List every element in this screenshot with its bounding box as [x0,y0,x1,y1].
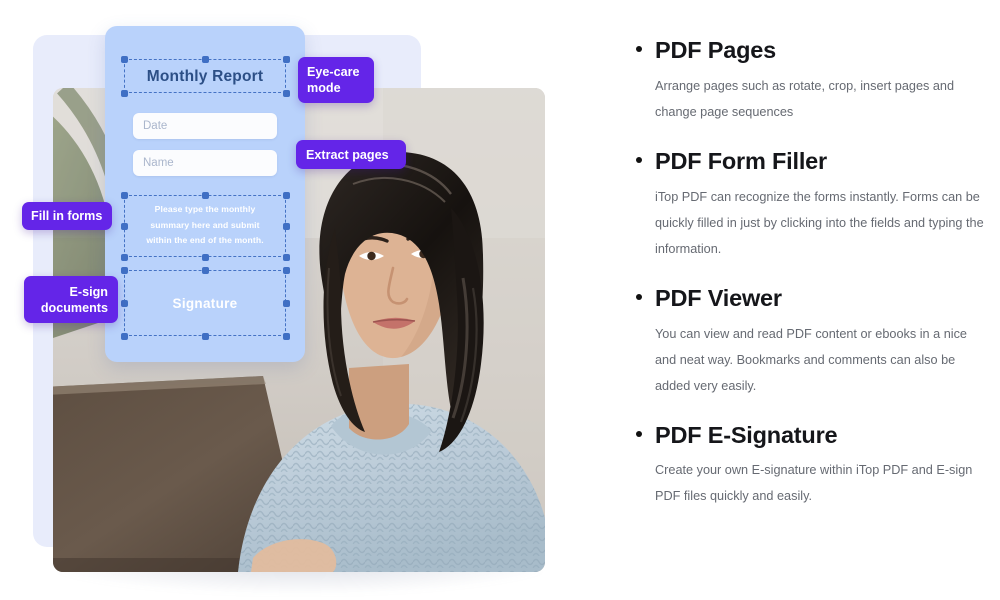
feature-title: PDF Form Filler [655,147,827,174]
badge-e-sign-documents[interactable]: E-sign documents [24,276,118,323]
feature-pdf-pages: PDF Pages Arrange pages such as rotate, … [636,37,986,125]
badge-eye-care-mode[interactable]: Eye-care mode [298,57,374,103]
bullet-icon [636,46,642,52]
summary-text: Please type the monthly summary here and… [105,202,305,249]
feature-heading: PDF Form Filler [636,147,986,175]
selection-handle[interactable] [201,191,209,199]
selection-handle[interactable] [120,191,128,199]
feature-title: PDF E-Signature [655,421,838,448]
selection-handle[interactable] [201,266,209,274]
summary-line: Please type the monthly [154,204,256,214]
feature-description: Arrange pages such as rotate, crop, inse… [655,78,955,119]
bullet-icon [636,430,642,437]
date-field[interactable]: Date [133,113,277,139]
badge-line: Eye-care [307,65,360,79]
selection-handle[interactable] [120,266,128,274]
feature-heading: PDF E-Signature [636,421,986,449]
selection-handle[interactable] [120,253,128,261]
visual-composition: Monthly Report Date Name Please type the… [0,0,620,600]
summary-line: summary here and submit [150,219,260,230]
feature-description: You can view and read PDF content or ebo… [655,326,967,393]
selection-handle[interactable] [201,332,209,340]
feature-description: iTop PDF can recognize the forms instant… [655,189,984,256]
badge-extract-pages[interactable]: Extract pages [296,140,406,169]
badge-fill-in-forms[interactable]: Fill in forms [22,202,112,230]
monthly-report-form-card: Monthly Report Date Name Please type the… [105,26,305,362]
feature-title: PDF Pages [655,37,776,63]
badge-line: E-sign [69,284,108,299]
selection-handle[interactable] [201,253,209,261]
date-field-placeholder: Date [143,120,168,132]
feature-description: Create your own E-signature within iTop … [655,463,973,504]
selection-handle[interactable] [282,55,290,63]
feature-list: PDF Pages Arrange pages such as rotate, … [636,37,986,510]
signature-label: Signature [172,296,238,311]
selection-handle[interactable] [120,332,128,340]
promo-graphic: Monthly Report Date Name Please type the… [0,0,1000,600]
selection-handle[interactable] [282,253,290,261]
selection-handle[interactable] [120,55,128,63]
name-field-placeholder: Name [143,157,174,169]
summary-line: within the end of the month. [146,235,264,245]
feature-pdf-form-filler: PDF Form Filler iTop PDF can recognize t… [636,147,986,262]
feature-pdf-viewer: PDF Viewer You can view and read PDF con… [636,284,986,399]
feature-heading: PDF Pages [636,37,986,64]
feature-pdf-e-signature: PDF E-Signature Create your own E-signat… [636,421,986,510]
badge-line: documents [40,300,108,315]
selection-handle[interactable] [282,266,290,274]
feature-heading: PDF Viewer [636,284,986,312]
feature-title: PDF Viewer [655,284,782,311]
form-title: Monthly Report [146,68,264,85]
selection-handle[interactable] [201,55,209,63]
name-field[interactable]: Name [133,150,277,176]
selection-handle[interactable] [282,332,290,340]
badge-line: Extract pages [306,147,389,162]
bullet-icon [636,293,642,300]
selection-handle[interactable] [120,89,128,97]
selection-handle[interactable] [282,191,290,199]
bullet-icon [636,156,642,163]
selection-handle[interactable] [282,89,290,97]
badge-line: mode [307,81,341,95]
badge-line: Fill in forms [31,209,103,223]
